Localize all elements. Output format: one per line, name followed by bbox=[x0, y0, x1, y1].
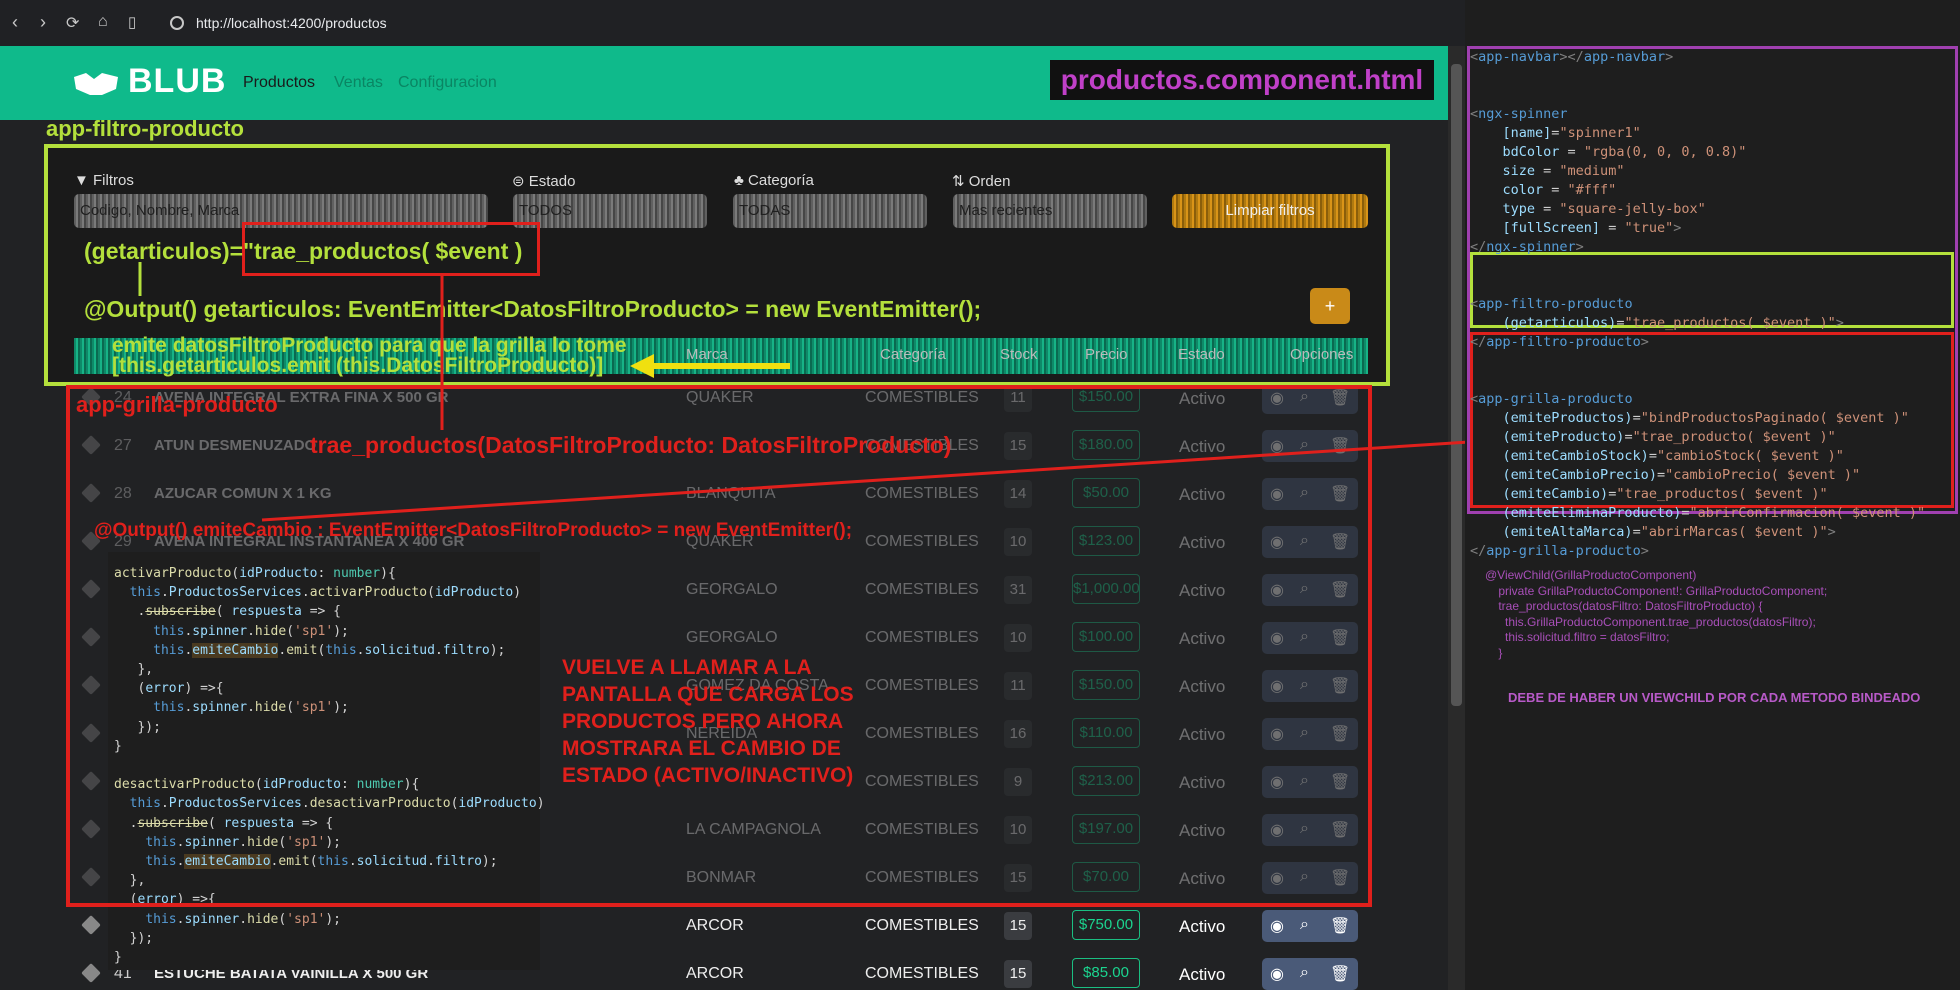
row-options: ◉ ⌕ 🗑 bbox=[1262, 910, 1358, 942]
forward-icon[interactable]: › bbox=[40, 12, 46, 33]
brand-name: BLUB bbox=[128, 62, 227, 100]
tag-icon bbox=[81, 915, 101, 935]
search-icon[interactable]: ⌕ bbox=[1300, 964, 1309, 982]
output-getarticulos-annot: @Output() getarticulos: EventEmitter<Dat… bbox=[84, 296, 982, 322]
trash-icon[interactable]: 🗑 bbox=[1330, 916, 1350, 936]
cell-precio[interactable]: $85.00 bbox=[1072, 958, 1140, 988]
back-icon[interactable]: ‹ bbox=[12, 12, 18, 33]
tag-icon bbox=[81, 963, 101, 983]
cell-marca: ARCOR bbox=[686, 965, 744, 982]
cell-categoria: COMESTIBLES bbox=[865, 917, 979, 934]
handshake-icon bbox=[74, 73, 118, 96]
grilla-label: app-grilla-producto bbox=[76, 392, 278, 417]
home-icon[interactable]: ⌂ bbox=[98, 13, 108, 31]
search-icon[interactable]: ⌕ bbox=[1300, 916, 1309, 934]
nav-ventas[interactable]: Ventas bbox=[334, 74, 383, 92]
viewchild-note: @ViewChild(GrillaProductoComponent) priv… bbox=[1485, 568, 1828, 660]
scrollbar-thumb[interactable] bbox=[1451, 64, 1462, 706]
cell-stock[interactable]: 15 bbox=[1004, 960, 1032, 988]
viewchild-rule: DEBE DE HABER UN VIEWCHILD POR CADA METO… bbox=[1508, 690, 1921, 705]
getarticulos-annot: (getarticulos)="trae_productos( $event ) bbox=[84, 238, 523, 264]
trae-productos-annot: trae_productos(DatosFiltroProducto: Dato… bbox=[310, 432, 952, 458]
bookmark-icon[interactable]: ▯ bbox=[128, 13, 136, 31]
emite-annot-2: [this.getarticulos.emit (this.DatosFiltr… bbox=[112, 354, 604, 377]
cell-stock[interactable]: 15 bbox=[1004, 912, 1032, 940]
row-options: ◉ ⌕ 🗑 bbox=[1262, 958, 1358, 990]
nav-productos[interactable]: Productos bbox=[243, 74, 315, 92]
brand[interactable]: BLUB bbox=[72, 62, 226, 101]
cell-estado: Activo bbox=[1179, 917, 1226, 936]
reload-icon[interactable]: ⟳ bbox=[66, 13, 79, 33]
filtro-label: app-filtro-producto bbox=[46, 116, 244, 141]
site-info-icon[interactable] bbox=[170, 16, 184, 30]
cell-precio[interactable]: $750.00 bbox=[1072, 910, 1140, 940]
template-code: <app-navbar></app-navbar> <ngx-spinner [… bbox=[1470, 49, 1926, 559]
toggle-icon[interactable]: ◉ bbox=[1270, 964, 1284, 984]
vuelve-annot: VUELVE A LLAMAR A LA PANTALLA QUE CARGA … bbox=[562, 656, 854, 787]
grilla-box bbox=[66, 385, 1372, 907]
url-text: http://localhost:4200/productos bbox=[196, 15, 387, 31]
component-title: productos.component.html bbox=[1050, 60, 1434, 100]
cell-marca: ARCOR bbox=[686, 917, 744, 934]
trash-icon[interactable]: 🗑 bbox=[1330, 964, 1350, 984]
cell-categoria: COMESTIBLES bbox=[865, 965, 979, 982]
page-scrollbar[interactable] bbox=[1448, 46, 1465, 990]
output-emitecambio-annot: @Output() emiteCambio : EventEmitter<Dat… bbox=[94, 520, 853, 541]
address-bar[interactable]: http://localhost:4200/productos bbox=[158, 9, 1458, 37]
navbar: BLUB Productos Ventas Configuracion prod… bbox=[0, 46, 1448, 120]
browser-toolbar: ‹ › ⟳ ⌂ ▯ http://localhost:4200/producto… bbox=[0, 0, 1465, 46]
toggle-icon[interactable]: ◉ bbox=[1270, 916, 1284, 936]
cell-estado: Activo bbox=[1179, 965, 1226, 984]
nav-configuracion[interactable]: Configuracion bbox=[398, 74, 497, 92]
